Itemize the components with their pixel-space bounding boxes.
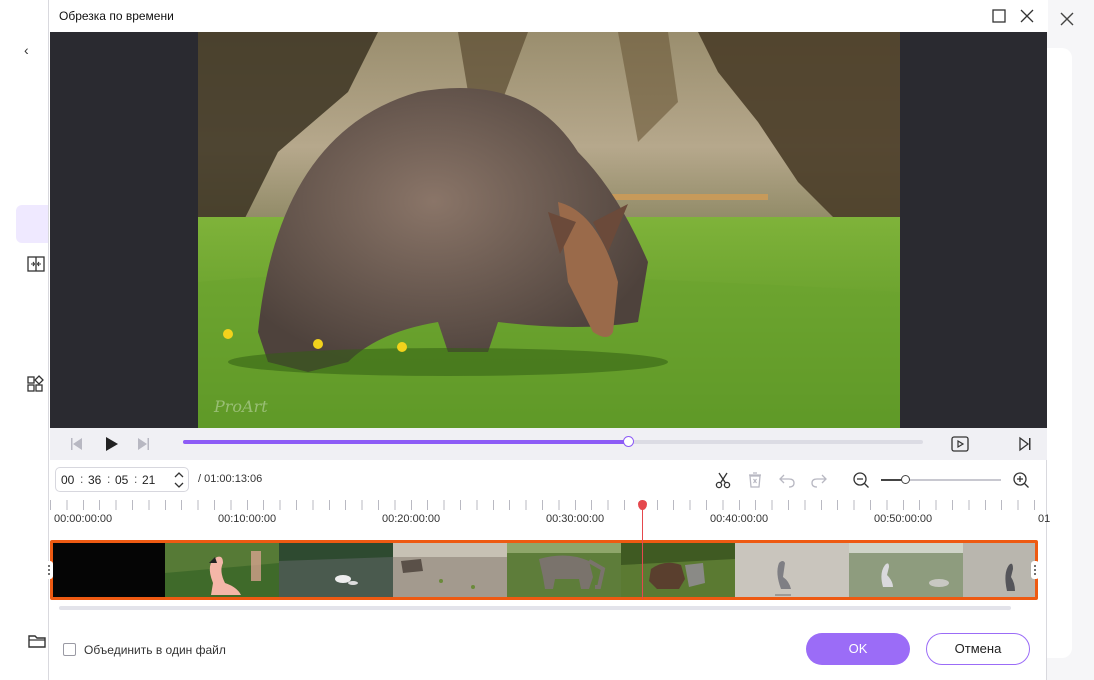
thumbnail bbox=[735, 543, 849, 597]
background-right-panel bbox=[1046, 48, 1072, 658]
tick-label: 01 bbox=[1038, 513, 1051, 525]
play-icon[interactable] bbox=[102, 435, 120, 453]
grid-icon[interactable] bbox=[26, 374, 46, 394]
prev-frame-icon[interactable] bbox=[68, 435, 86, 453]
thumbnail bbox=[963, 543, 1035, 597]
progress-fill bbox=[183, 440, 628, 444]
preview-icon[interactable] bbox=[950, 434, 970, 454]
timecode-stepper[interactable] bbox=[173, 469, 185, 491]
chevron-up-icon bbox=[174, 472, 184, 478]
thumbnail bbox=[165, 543, 279, 597]
video-frame: ProArt bbox=[198, 32, 900, 428]
playback-progress-bar[interactable] bbox=[183, 436, 923, 447]
thumbnail bbox=[393, 543, 507, 597]
split-icon[interactable] bbox=[26, 254, 46, 274]
cancel-button[interactable]: Отмена bbox=[926, 633, 1030, 665]
sidebar-active-item[interactable] bbox=[16, 205, 48, 243]
maximize-icon[interactable] bbox=[989, 6, 1009, 26]
dialog-title: Обрезка по времени bbox=[59, 9, 174, 23]
tick-label: 00:30:00:00 bbox=[546, 513, 605, 525]
ruler-ticks bbox=[50, 500, 1047, 510]
trim-handle-right[interactable] bbox=[1031, 561, 1039, 579]
dialog-titlebar: Обрезка по времени bbox=[49, 0, 1048, 32]
zoom-knob[interactable] bbox=[901, 475, 910, 484]
thumbnail bbox=[621, 543, 735, 597]
merge-checkbox[interactable] bbox=[63, 643, 76, 656]
timecode-separator: : bbox=[107, 472, 111, 486]
tick-label: 00:50:00:00 bbox=[874, 513, 933, 525]
clip-selection[interactable] bbox=[50, 540, 1038, 600]
timecode-separator: : bbox=[80, 472, 84, 486]
timecode-hours[interactable]: 00 bbox=[61, 473, 74, 487]
zoom-slider[interactable] bbox=[881, 475, 1001, 484]
total-duration: / 01:00:13:06 bbox=[198, 473, 263, 485]
merge-label[interactable]: Объединить в один файл bbox=[84, 643, 226, 657]
timecode-input[interactable]: 00 : 36 : 05 : 21 bbox=[55, 467, 189, 492]
trash-icon[interactable] bbox=[745, 470, 765, 490]
playhead[interactable] bbox=[641, 500, 643, 599]
redo-icon[interactable] bbox=[809, 470, 829, 490]
folder-icon[interactable] bbox=[26, 630, 48, 652]
watermark: ProArt bbox=[213, 397, 268, 416]
video-preview[interactable]: ProArt bbox=[50, 32, 1047, 428]
thumbnail bbox=[279, 543, 393, 597]
undo-icon[interactable] bbox=[777, 470, 797, 490]
close-icon[interactable] bbox=[1058, 10, 1076, 28]
progress-knob[interactable] bbox=[622, 436, 634, 447]
chevron-down-icon bbox=[174, 482, 184, 488]
tick-label: 00:00:00:00 bbox=[54, 513, 113, 525]
timecode-frames[interactable]: 21 bbox=[142, 473, 155, 487]
tick-label: 00:20:00:00 bbox=[382, 513, 441, 525]
tick-label: 00:10:00:00 bbox=[218, 513, 277, 525]
scissors-icon[interactable] bbox=[713, 470, 733, 490]
background-sidebar bbox=[0, 0, 48, 680]
close-icon[interactable] bbox=[1017, 6, 1037, 26]
trim-dialog: Обрезка по времени ProArt 00: 36: 05:… bbox=[45, 0, 1051, 680]
tick-label: 00:40:00:00 bbox=[710, 513, 769, 525]
timeline-scrollbar[interactable] bbox=[59, 606, 1011, 610]
timecode-seconds[interactable]: 05 bbox=[115, 473, 128, 487]
playback-controls bbox=[50, 428, 1047, 460]
ok-button[interactable]: OK bbox=[806, 633, 910, 665]
timecode-minutes[interactable]: 36 bbox=[88, 473, 101, 487]
trim-handle-left[interactable] bbox=[45, 561, 53, 579]
zoom-out-icon[interactable] bbox=[851, 470, 871, 490]
skip-end-icon[interactable] bbox=[1016, 435, 1034, 453]
thumbnail bbox=[53, 543, 165, 597]
chevron-left-icon[interactable]: ‹ bbox=[24, 42, 29, 58]
timeline-ruler[interactable]: 00:00:00:00 00:10:00:00 00:20:00:00 00:3… bbox=[50, 500, 1051, 536]
next-frame-icon[interactable] bbox=[134, 435, 152, 453]
thumbnail bbox=[507, 543, 621, 597]
zoom-in-icon[interactable] bbox=[1011, 470, 1031, 490]
thumbnail bbox=[849, 543, 963, 597]
timecode-separator: : bbox=[134, 472, 138, 486]
